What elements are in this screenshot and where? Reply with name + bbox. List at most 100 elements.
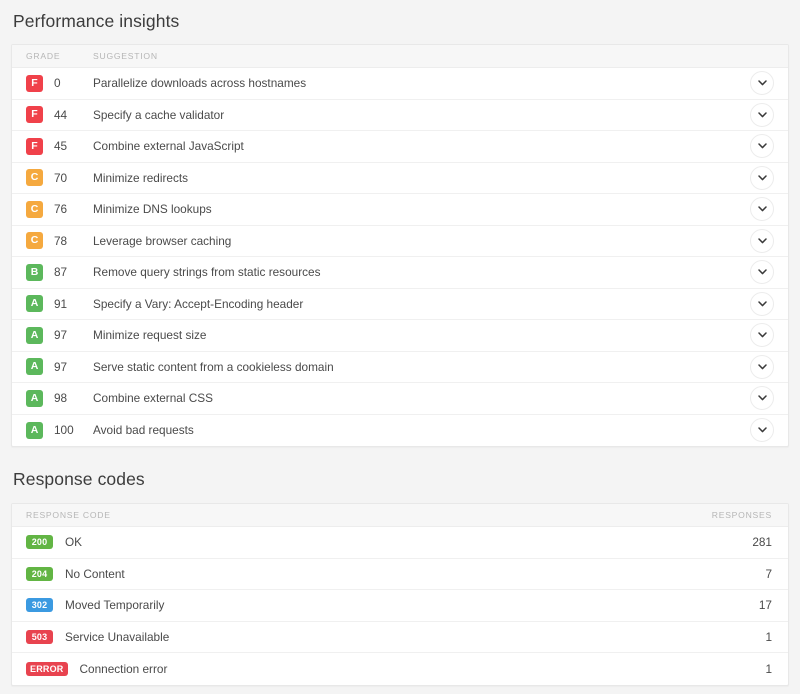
- chevron-down-icon: [757, 395, 767, 401]
- chevron-down-icon: [757, 175, 767, 181]
- response-code-label: Service Unavailable: [65, 629, 170, 644]
- suggestion-text: Serve static content from a cookieless d…: [93, 359, 334, 374]
- response-count: 1: [765, 661, 772, 676]
- response-count: 281: [752, 535, 772, 550]
- grade-badge: A: [26, 358, 43, 376]
- chevron-down-icon: [757, 332, 767, 338]
- grade-badge: C: [26, 232, 43, 250]
- chevron-down-icon: [757, 301, 767, 307]
- response-code-label: No Content: [65, 566, 125, 581]
- column-header-response-code: RESPONSE CODE: [26, 510, 111, 520]
- table-row: ERROR Connection error 1: [12, 653, 788, 685]
- suggestion-text: Specify a cache validator: [93, 107, 225, 122]
- grade-badge: F: [26, 74, 43, 92]
- grade-badge: A: [26, 389, 43, 407]
- table-row[interactable]: A 100 Avoid bad requests: [12, 415, 788, 447]
- grade-score: 44: [54, 107, 68, 122]
- table-row[interactable]: B 87 Remove query strings from static reso…: [12, 257, 788, 289]
- suggestion-text: Avoid bad requests: [93, 423, 194, 438]
- grade-score: 97: [54, 328, 68, 343]
- column-header-suggestion: SUGGESTION: [93, 51, 158, 61]
- response-code-label: OK: [65, 535, 83, 550]
- suggestion-text: Remove query strings from static resourc…: [93, 265, 321, 280]
- table-row: 200 OK 281: [12, 527, 788, 559]
- suggestion-text: Combine external CSS: [93, 391, 213, 406]
- response-code-badge: ERROR: [26, 661, 68, 676]
- table-row[interactable]: A 98 Combine external CSS: [12, 383, 788, 415]
- grade-badge: A: [26, 295, 43, 313]
- grade-badge: B: [26, 263, 43, 281]
- response-count: 17: [758, 598, 772, 613]
- expand-row-button[interactable]: [750, 418, 774, 443]
- response-count: 7: [765, 566, 772, 581]
- response-code-badge: 204: [26, 566, 53, 581]
- chevron-down-icon: [757, 206, 767, 212]
- response-codes-title: Response codes: [13, 469, 145, 489]
- performance-table-header: GRADE SUGGESTION: [12, 45, 788, 68]
- table-row[interactable]: C 76 Minimize DNS lookups: [12, 194, 788, 226]
- table-row[interactable]: A 91 Specify a Vary: Accept-Encoding heade…: [12, 289, 788, 320]
- suggestion-text: Minimize redirects: [93, 170, 189, 185]
- suggestion-text: Parallelize downloads across hostnames: [93, 76, 307, 91]
- table-row[interactable]: A 97 Serve static content from a cookieles…: [12, 352, 788, 383]
- expand-row-button[interactable]: [750, 197, 774, 222]
- column-header-grade: GRADE: [26, 51, 61, 61]
- report-page: Performance insights GRADE SUGGESTION F0…: [0, 0, 800, 694]
- chevron-down-icon: [757, 427, 767, 433]
- expand-row-button[interactable]: [750, 134, 774, 159]
- chevron-down-icon: [757, 269, 767, 275]
- chevron-down-icon: [757, 112, 767, 118]
- expand-row-button[interactable]: [750, 228, 774, 253]
- grade-score: 45: [54, 139, 68, 154]
- grade-score: 78: [54, 233, 68, 248]
- grade-badge: C: [26, 200, 43, 218]
- chevron-down-icon: [757, 80, 767, 86]
- grade-score: 70: [54, 170, 68, 185]
- response-code-label: Connection error: [79, 661, 168, 676]
- response-code-badge: 503: [26, 629, 53, 644]
- performance-insights-card: GRADE SUGGESTION F 0 Parallelize downloads…: [11, 44, 789, 447]
- expand-row-button[interactable]: [750, 71, 774, 96]
- chevron-down-icon: [757, 364, 767, 370]
- grade-badge: A: [26, 421, 43, 439]
- expand-row-button[interactable]: [750, 323, 774, 348]
- grade-badge: C: [26, 169, 43, 187]
- response-codes-table-header: RESPONSE CODE RESPONSES: [12, 504, 788, 527]
- expand-row-button[interactable]: [750, 291, 774, 316]
- table-row[interactable]: C 70 Minimize redirects: [12, 163, 788, 194]
- response-code-badge: 200: [26, 535, 53, 550]
- suggestion-text: Combine external JavaScript: [93, 139, 244, 154]
- grade-score: 97: [54, 359, 68, 374]
- grade-score: 87: [54, 265, 68, 280]
- performance-insights-title: Performance insights: [13, 11, 180, 31]
- expand-row-button[interactable]: [750, 260, 774, 285]
- grade-score: 76: [54, 202, 68, 217]
- chevron-down-icon: [757, 143, 767, 149]
- grade-score: 98: [54, 391, 68, 406]
- grade-badge: A: [26, 326, 43, 344]
- expand-row-button[interactable]: [750, 165, 774, 190]
- table-row[interactable]: A 97 Minimize request size: [12, 320, 788, 352]
- grade-score: 100: [54, 423, 74, 438]
- table-row: 204 No Content 7: [12, 559, 788, 590]
- table-row[interactable]: C 78 Leverage browser caching: [12, 226, 788, 257]
- expand-row-button[interactable]: [750, 102, 774, 127]
- response-codes-table-body: 200 OK 281 204 No Content 7 302 Moved Temporari…: [12, 527, 788, 685]
- expand-row-button[interactable]: [750, 354, 774, 379]
- performance-table-body: F 0 Parallelize downloads across hostnames…: [12, 68, 788, 446]
- grade-score: 91: [54, 296, 68, 311]
- chevron-down-icon: [757, 238, 767, 244]
- response-code-label: Moved Temporarily: [65, 598, 165, 613]
- table-row: 302 Moved Temporarily 17: [12, 590, 788, 622]
- response-code-badge: 302: [26, 598, 53, 613]
- suggestion-text: Minimize DNS lookups: [93, 202, 212, 217]
- table-row[interactable]: F 0 Parallelize downloads across hostnames: [12, 68, 788, 100]
- table-row[interactable]: F 44 Specify a cache validator: [12, 100, 788, 131]
- grade-badge: F: [26, 137, 43, 155]
- table-row[interactable]: F 45 Combine external JavaScript: [12, 131, 788, 163]
- expand-row-button[interactable]: [750, 386, 774, 411]
- suggestion-text: Minimize request size: [93, 328, 207, 343]
- response-codes-card: RESPONSE CODE RESPONSES 200 OK 281 204 No Co…: [11, 503, 789, 686]
- suggestion-text: Specify a Vary: Accept-Encoding header: [93, 296, 304, 311]
- grade-score: 0: [54, 76, 61, 91]
